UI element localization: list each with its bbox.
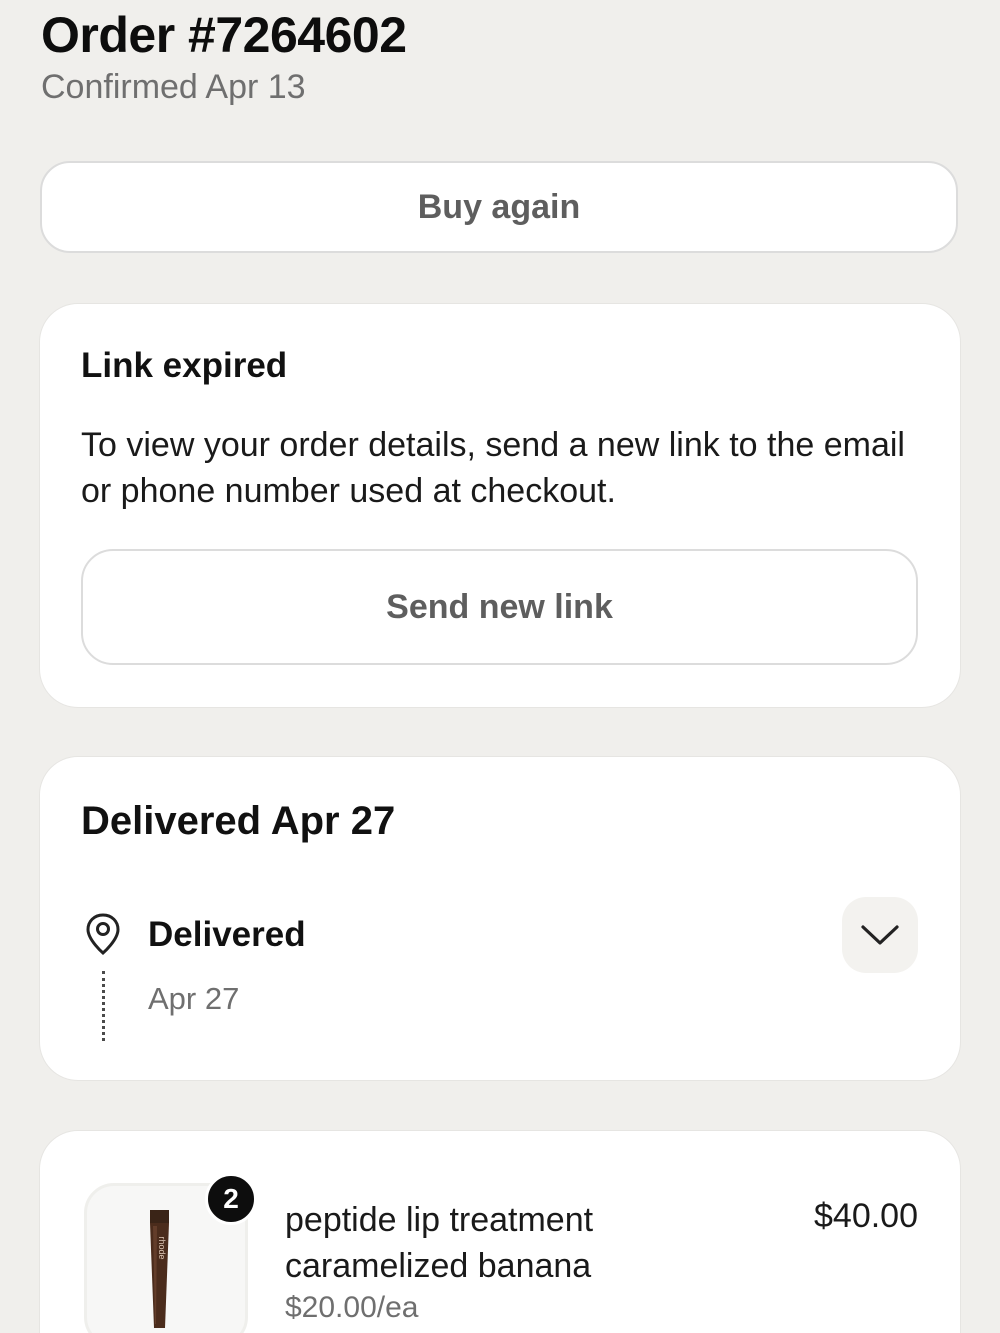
link-expired-message: To view your order details, send a new l… — [81, 426, 905, 510]
link-expired-card: Link expired To view your order details,… — [40, 304, 960, 707]
send-new-link-button[interactable]: Send new link — [81, 549, 918, 665]
product-name[interactable]: peptide lip treatment caramelized banana — [285, 1197, 705, 1289]
order-title: Order #7264602 — [41, 7, 407, 63]
link-expired-title: Link expired — [81, 346, 288, 385]
delivery-card: Delivered Apr 27 Delivered Apr 27 — [40, 757, 960, 1080]
order-confirmed-date: Confirmed Apr 13 — [41, 68, 306, 106]
map-pin-icon — [86, 913, 120, 955]
buy-again-button[interactable]: Buy again — [40, 161, 958, 253]
tracking-status-date: Apr 27 — [148, 981, 240, 1016]
chevron-down-icon — [861, 925, 899, 945]
order-item-card: rhode 2 peptide lip treatment caramelize… — [40, 1131, 960, 1333]
product-total-price: $40.00 — [814, 1197, 918, 1235]
quantity-badge: 2 — [205, 1173, 257, 1225]
expand-tracking-button[interactable] — [842, 897, 918, 973]
tracking-status-label: Delivered — [148, 915, 306, 954]
product-unit-price: $20.00/ea — [285, 1291, 419, 1324]
timeline-connector — [102, 971, 105, 1041]
product-brand-text: rhode — [157, 1236, 167, 1259]
delivery-title: Delivered Apr 27 — [81, 799, 396, 843]
